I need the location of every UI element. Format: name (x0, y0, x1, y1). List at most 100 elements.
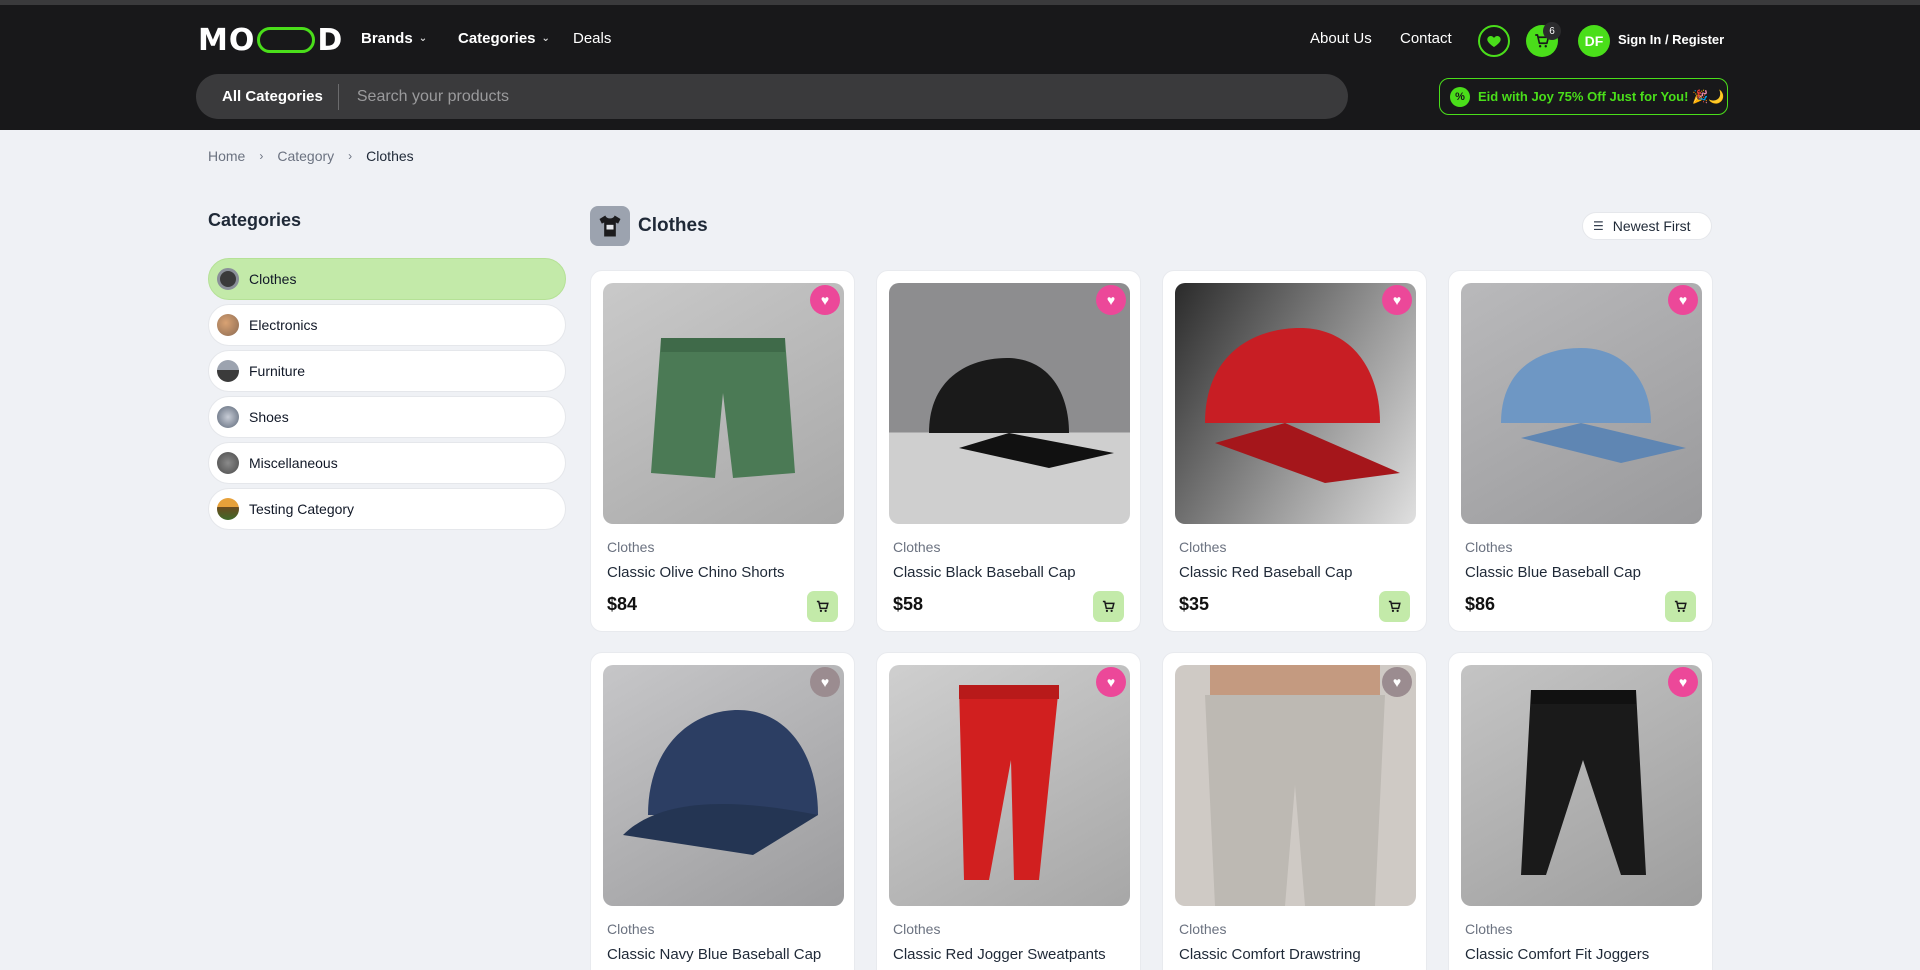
sort-dropdown[interactable]: ☰ Newest First (1582, 212, 1712, 240)
product-card[interactable]: ♥ Clothes Classic Red Baseball Cap $35 (1162, 270, 1427, 632)
clothes-thumbnail (217, 268, 239, 290)
wishlist-button[interactable] (1478, 25, 1510, 57)
favorite-button[interactable]: ♥ (1382, 667, 1412, 697)
category-header: Clothes (590, 206, 708, 246)
sidebar-item-label: Miscellaneous (249, 455, 338, 471)
joggers-illustration (1521, 690, 1646, 875)
page-title: Clothes (638, 215, 708, 236)
favorite-button[interactable]: ♥ (1382, 285, 1412, 315)
shoes-thumbnail (217, 406, 239, 428)
product-price: $86 (1465, 594, 1496, 614)
product-image[interactable] (1175, 665, 1416, 906)
product-card[interactable]: ♥ Clothes Classic Red Jogger Sweatpants (876, 652, 1141, 970)
nav-contact[interactable]: Contact (1400, 30, 1452, 47)
product-card[interactable]: ♥ Clothes Classic Navy Blue Baseball Cap (590, 652, 855, 970)
product-name[interactable]: Classic Navy Blue Baseball Cap (607, 946, 821, 963)
product-image[interactable] (889, 665, 1130, 906)
nav-categories[interactable]: Categories ⌄ (458, 30, 550, 47)
product-category: Clothes (607, 539, 655, 555)
add-to-cart-button[interactable] (1093, 591, 1124, 622)
sidebar-item-label: Shoes (249, 409, 289, 425)
cap-illustration (1205, 328, 1400, 483)
miscellaneous-thumbnail (217, 452, 239, 474)
product-card[interactable]: ♥ Clothes Classic Comfort Drawstring (1162, 652, 1427, 970)
sidebar-item-clothes[interactable]: Clothes (208, 258, 566, 300)
product-card[interactable]: ♥ Clothes Classic Black Baseball Cap $58 (876, 270, 1141, 632)
favorite-button[interactable]: ♥ (1096, 285, 1126, 315)
product-image[interactable] (1461, 665, 1702, 906)
heart-icon: ♥ (1106, 292, 1116, 308)
sidebar-item-furniture[interactable]: Furniture (208, 350, 566, 392)
site-logo[interactable]: MO D (198, 22, 343, 58)
product-name[interactable]: Classic Black Baseball Cap (893, 564, 1076, 581)
product-image[interactable] (603, 283, 844, 524)
avatar[interactable]: DF (1578, 25, 1610, 57)
heart-icon: ♥ (820, 674, 830, 690)
heart-icon: ♥ (1678, 674, 1688, 690)
cap-illustration (929, 358, 1114, 468)
sidebar-item-shoes[interactable]: Shoes (208, 396, 566, 438)
product-card[interactable]: ♥ Clothes Classic Olive Chino Shorts $84 (590, 270, 855, 632)
favorite-button[interactable]: ♥ (1668, 285, 1698, 315)
product-image[interactable] (1175, 283, 1416, 524)
add-to-cart-button[interactable] (807, 591, 838, 622)
filter-lines-icon: ☰ (1593, 219, 1604, 233)
cart-icon (816, 600, 829, 612)
drawstring-pants-illustration (1205, 665, 1385, 906)
product-name[interactable]: Classic Olive Chino Shorts (607, 564, 785, 581)
tshirt-icon (599, 215, 621, 237)
breadcrumb-home[interactable]: Home (208, 148, 245, 164)
product-image[interactable] (1461, 283, 1702, 524)
nav-about-us[interactable]: About Us (1310, 30, 1372, 47)
sidebar-item-electronics[interactable]: Electronics (208, 304, 566, 346)
product-image[interactable] (603, 665, 844, 906)
product-name[interactable]: Classic Red Baseball Cap (1179, 564, 1352, 581)
product-name[interactable]: Classic Blue Baseball Cap (1465, 564, 1641, 581)
sort-label: Newest First (1612, 218, 1691, 234)
add-to-cart-button[interactable] (1379, 591, 1410, 622)
search-input[interactable] (356, 87, 1157, 106)
promo-banner[interactable]: % Eid with Joy 75% Off Just for You! 🎉🌙 (1439, 78, 1728, 115)
heart-icon: ♥ (820, 292, 830, 308)
logo-pill (257, 27, 316, 53)
product-category: Clothes (893, 539, 941, 555)
nav-deals[interactable]: Deals (573, 30, 611, 47)
cart-icon (1674, 600, 1687, 612)
product-name[interactable]: Classic Comfort Drawstring (1179, 946, 1361, 963)
breadcrumb-category[interactable]: Category (277, 148, 334, 164)
nav-brands[interactable]: Brands ⌄ (361, 30, 427, 47)
heart-icon (1487, 36, 1501, 47)
product-name[interactable]: Classic Comfort Fit Joggers (1465, 946, 1649, 963)
product-category: Clothes (893, 921, 941, 937)
favorite-button[interactable]: ♥ (810, 667, 840, 697)
cart-count-badge: 6 (1543, 22, 1561, 40)
nav-deals-label: Deals (573, 30, 612, 47)
category-thumbnail (590, 206, 630, 246)
favorite-button[interactable]: ♥ (1668, 667, 1698, 697)
product-name[interactable]: Classic Red Jogger Sweatpants (893, 946, 1106, 963)
signin-link[interactable]: Sign In / Register (1618, 32, 1724, 47)
product-category: Clothes (1465, 921, 1513, 937)
product-price: $58 (893, 594, 924, 614)
sidebar-item-label: Electronics (249, 317, 318, 333)
all-categories-dropdown[interactable]: All Categories (196, 83, 339, 110)
percent-icon: % (1450, 86, 1470, 107)
product-card[interactable]: ♥ Clothes Classic Blue Baseball Cap $86 (1448, 270, 1713, 632)
nav-categories-label: Categories (458, 30, 536, 47)
chevron-down-icon: ⌄ (418, 33, 428, 44)
cart-icon (1102, 600, 1115, 612)
category-list: Clothes Electronics Furniture Shoes Misc… (208, 258, 566, 534)
sidebar-item-testing-category[interactable]: Testing Category (208, 488, 566, 530)
testing-category-thumbnail (217, 498, 239, 520)
product-category: Clothes (1179, 921, 1227, 937)
product-image[interactable] (889, 283, 1130, 524)
add-to-cart-button[interactable] (1665, 591, 1696, 622)
favorite-button[interactable]: ♥ (810, 285, 840, 315)
product-category: Clothes (1465, 539, 1513, 555)
heart-icon: ♥ (1678, 292, 1688, 308)
sweatpants-illustration (959, 685, 1059, 880)
product-card[interactable]: ♥ Clothes Classic Comfort Fit Joggers (1448, 652, 1713, 970)
favorite-button[interactable]: ♥ (1096, 667, 1126, 697)
sidebar-item-miscellaneous[interactable]: Miscellaneous (208, 442, 566, 484)
search-bar: All Categories (196, 74, 1348, 119)
